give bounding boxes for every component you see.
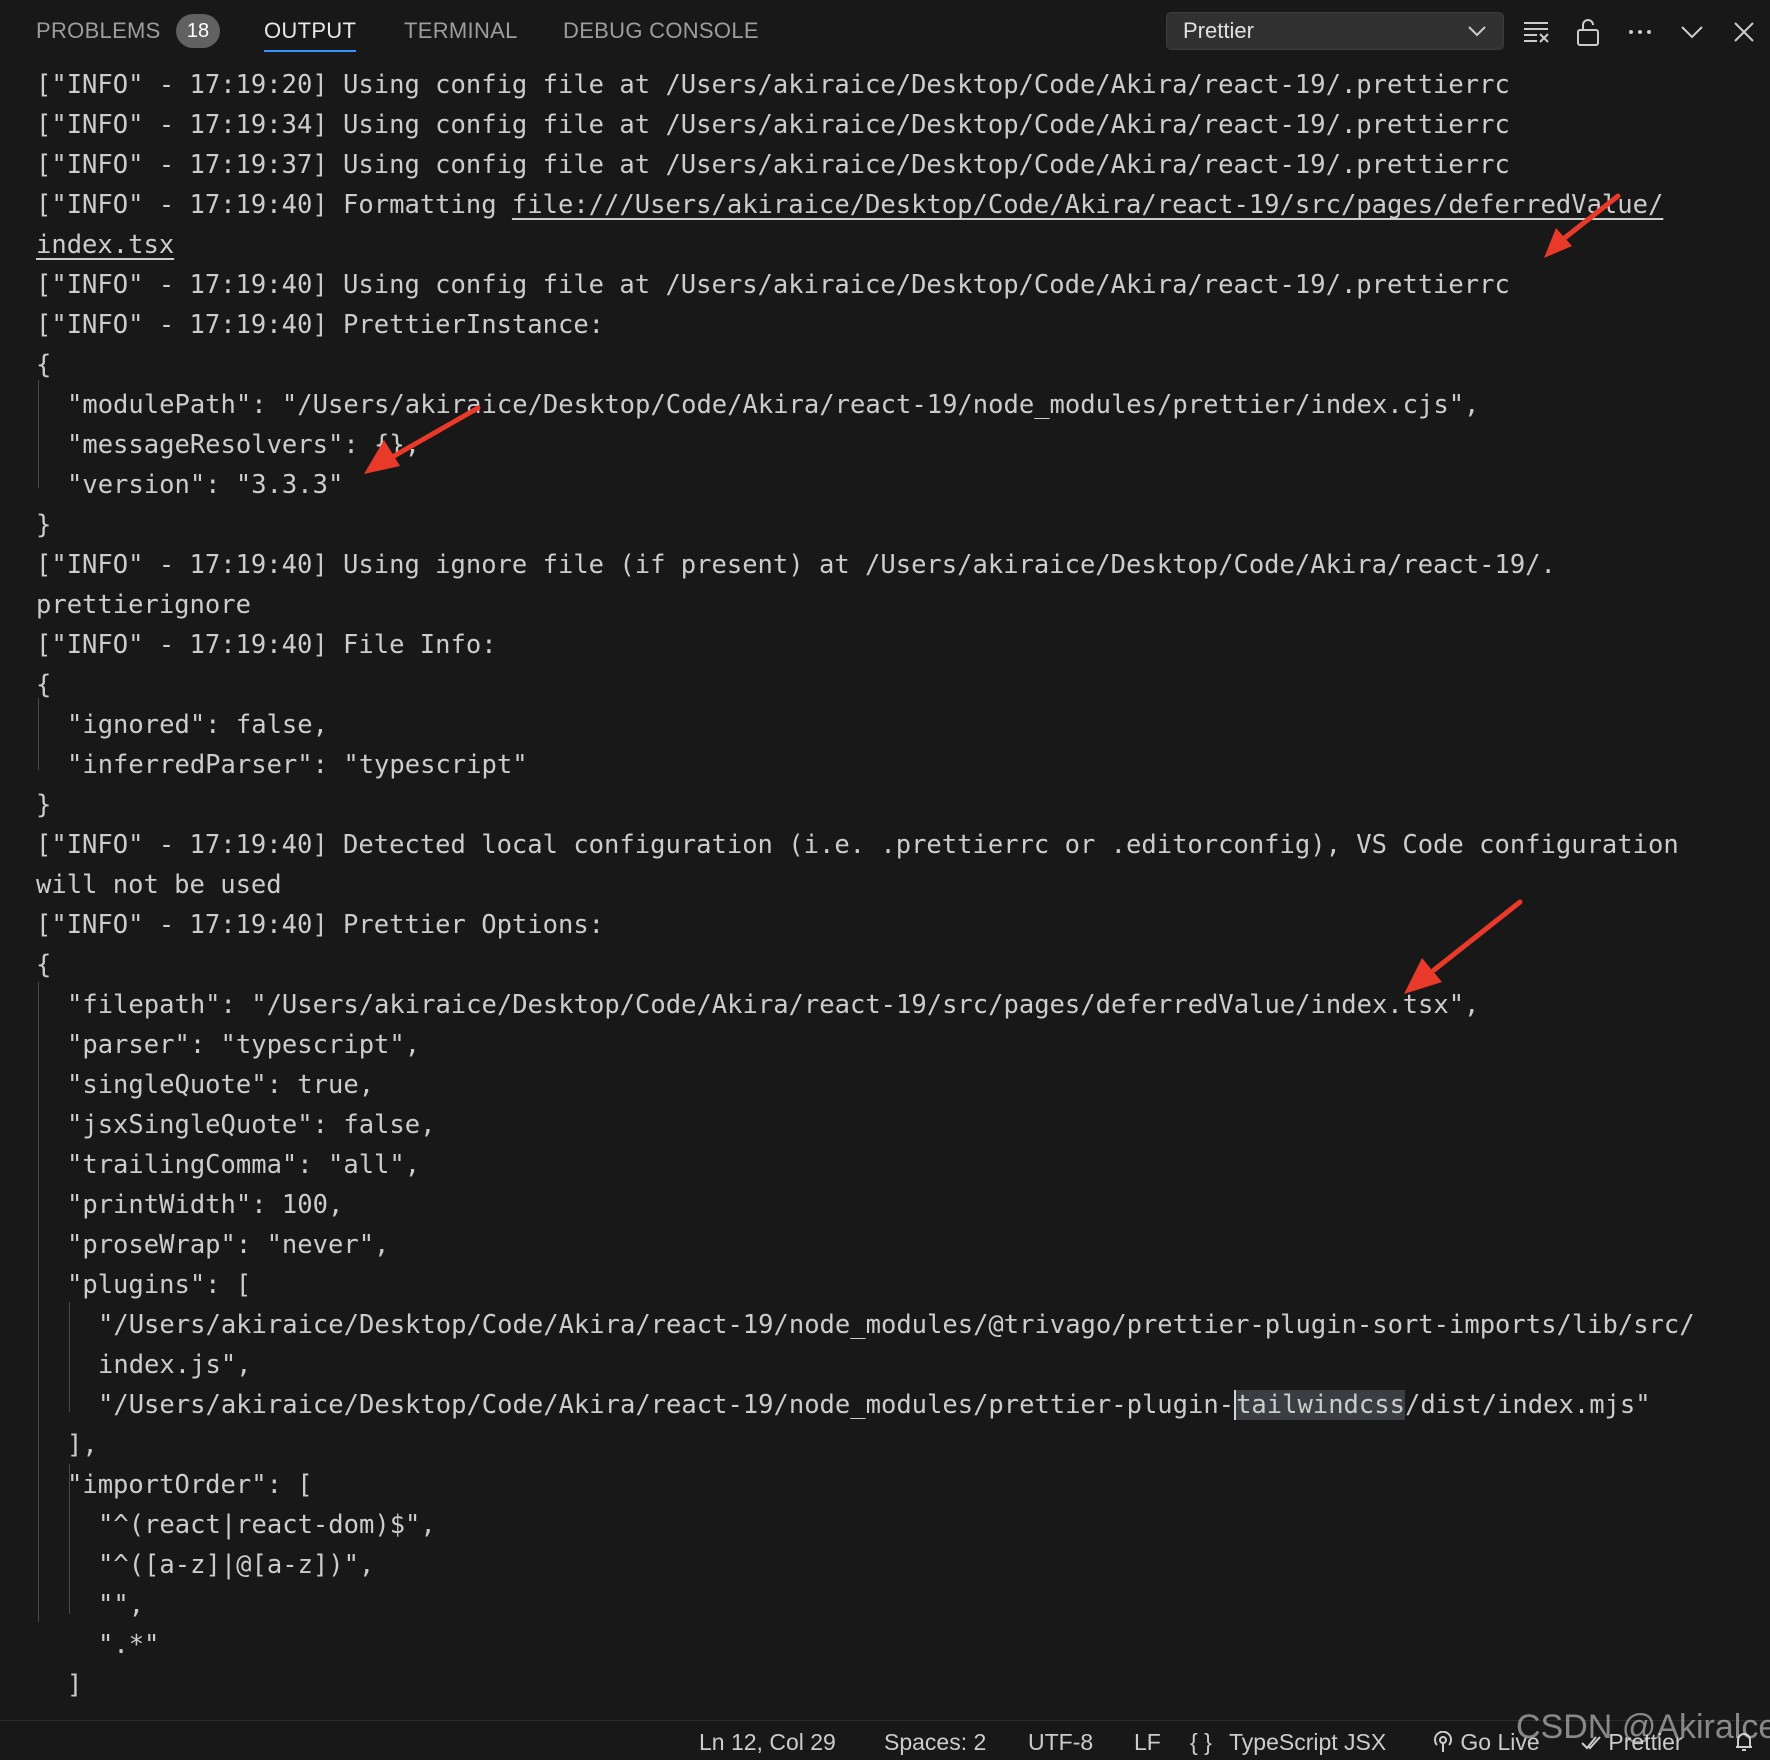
log-line: ["INFO" - 17:19:40] PrettierInstance:	[36, 310, 605, 340]
log-text: ["INFO" - 17:19:40] Formatting	[36, 190, 512, 220]
broadcast-icon	[1434, 1730, 1452, 1752]
tab-debug-console[interactable]: DEBUG CONSOLE	[563, 16, 759, 54]
log-line: ],	[67, 1430, 98, 1460]
log-line: "trailingComma": "all",	[67, 1150, 421, 1180]
tab-problems[interactable]: PROBLEMS	[36, 16, 161, 54]
log-line: "filepath": "/Users/akiraice/Desktop/Cod…	[67, 990, 1480, 1020]
log-line: }	[36, 790, 52, 820]
indent-guide	[38, 698, 39, 770]
tab-output[interactable]: OUTPUT	[264, 16, 357, 54]
log-line: "",	[98, 1590, 145, 1620]
chevron-down-icon[interactable]	[1674, 14, 1710, 50]
clear-output-icon[interactable]	[1518, 14, 1554, 50]
log-line: ".*"	[98, 1630, 160, 1660]
log-line: prettierignore	[36, 590, 251, 620]
output-channel-value: Prettier	[1183, 18, 1254, 43]
indentation-status[interactable]: Spaces: 2	[884, 1727, 986, 1757]
log-line: "singleQuote": true,	[67, 1070, 375, 1100]
log-line: "^(react|react-dom)$",	[98, 1510, 436, 1540]
log-line: "ignored": false,	[67, 710, 328, 740]
log-line: "importOrder": [	[67, 1470, 313, 1500]
log-line: {	[36, 950, 52, 980]
watermark: CSDN @Akiralce	[1516, 1708, 1770, 1746]
log-line: "/Users/akiraice/Desktop/Code/Akira/reac…	[98, 1310, 1695, 1340]
chevron-down-icon	[1468, 26, 1486, 37]
log-line: }	[36, 510, 52, 540]
more-actions-icon[interactable]	[1622, 14, 1658, 50]
log-line: "jsxSingleQuote": false,	[67, 1110, 436, 1140]
indent-guide	[38, 380, 39, 488]
panel-tab-bar: PROBLEMS 18 OUTPUT TERMINAL DEBUG CONSOL…	[0, 0, 1770, 62]
log-line: {	[36, 350, 52, 380]
lock-scroll-icon[interactable]	[1570, 14, 1606, 50]
eol-status[interactable]: LF	[1134, 1727, 1161, 1757]
log-line: ["INFO" - 17:19:37] Using config file at…	[36, 150, 1510, 180]
indent-guide	[38, 982, 39, 1622]
encoding-status[interactable]: UTF-8	[1028, 1727, 1093, 1757]
language-mode[interactable]: TypeScript JSX	[1229, 1727, 1386, 1757]
log-line: ["INFO" - 17:19:40] Formatting file:///U…	[36, 185, 1663, 225]
log-line: "^([a-z]|@[a-z])",	[98, 1550, 375, 1580]
log-line: "plugins": [	[67, 1270, 252, 1300]
log-line: ["INFO" - 17:19:34] Using config file at…	[36, 110, 1510, 140]
log-text: "/Users/akiraice/Desktop/Code/Akira/reac…	[98, 1390, 1235, 1420]
problems-count-badge: 18	[176, 14, 220, 48]
log-line: ["INFO" - 17:19:40] Using ignore file (i…	[36, 550, 1556, 580]
log-line: "inferredParser": "typescript"	[67, 750, 528, 780]
log-line: "proseWrap": "never",	[67, 1230, 390, 1260]
indent-guide	[69, 1302, 70, 1412]
log-line: "parser": "typescript",	[67, 1030, 421, 1060]
tab-terminal[interactable]: TERMINAL	[404, 16, 518, 54]
log-line: ["INFO" - 17:19:20] Using config file at…	[36, 70, 1510, 100]
file-link[interactable]: file:///Users/akiraice/Desktop/Code/Akir…	[512, 190, 1663, 220]
braces-icon: { }	[1190, 1729, 1212, 1755]
close-icon[interactable]	[1726, 14, 1762, 50]
status-bar: Ln 12, Col 29 Spaces: 2 UTF-8 LF { } Typ…	[0, 1720, 1770, 1760]
log-line: ["INFO" - 17:19:40] Using config file at…	[36, 270, 1510, 300]
file-link[interactable]: index.tsx	[36, 230, 174, 260]
log-line: ]	[67, 1670, 83, 1700]
log-line: index.js",	[98, 1350, 252, 1380]
log-line: "/Users/akiraice/Desktop/Code/Akira/reac…	[98, 1385, 1651, 1425]
selected-text[interactable]: tailwindcss	[1234, 1390, 1405, 1420]
log-line: "printWidth": 100,	[67, 1190, 344, 1220]
cursor-position[interactable]: Ln 12, Col 29	[699, 1727, 836, 1757]
log-line: ["INFO" - 17:19:40] Detected local confi…	[36, 830, 1679, 860]
log-line: ["INFO" - 17:19:40] Prettier Options:	[36, 910, 605, 940]
log-line: ["INFO" - 17:19:40] File Info:	[36, 630, 497, 660]
log-line: index.tsx	[36, 225, 174, 265]
log-line: will not be used	[36, 870, 282, 900]
log-line: "version": "3.3.3"	[67, 470, 344, 500]
log-line: "modulePath": "/Users/akiraice/Desktop/C…	[67, 390, 1480, 420]
log-text: /dist/index.mjs"	[1404, 1390, 1651, 1420]
log-line: {	[36, 670, 52, 700]
output-log[interactable]: ["INFO" - 17:19:20] Using config file at…	[0, 62, 1770, 1720]
output-channel-select[interactable]: Prettier	[1166, 12, 1504, 50]
log-line: "messageResolvers": {},	[67, 430, 421, 460]
